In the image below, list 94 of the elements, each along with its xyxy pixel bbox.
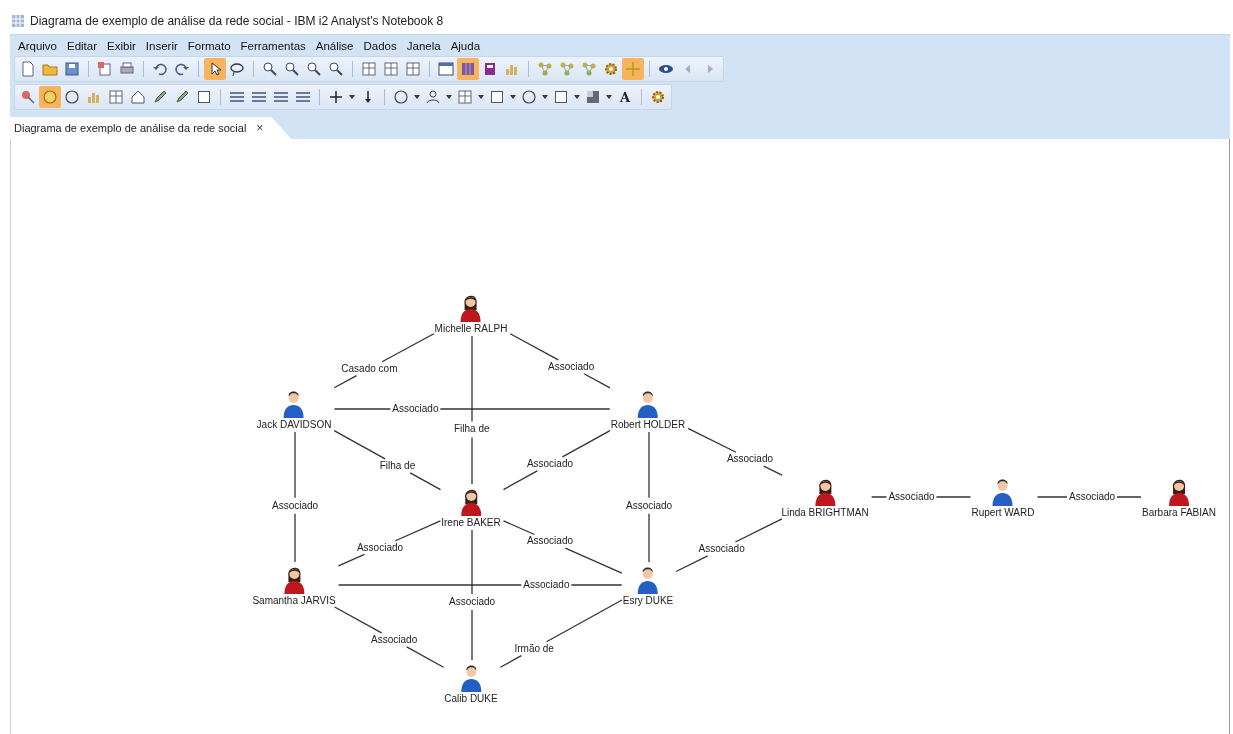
link-label: Associado <box>272 499 319 512</box>
toolbar-button[interactable]: A <box>614 86 636 108</box>
link-label: Associado <box>523 579 570 591</box>
toolbar-button[interactable] <box>204 58 226 80</box>
node-label: Rupert WARD <box>971 507 1035 518</box>
network-icon <box>559 61 575 77</box>
link-label: Associado <box>698 542 745 555</box>
table-icon <box>361 61 377 77</box>
close-button[interactable]: × <box>256 121 264 135</box>
network-icon <box>537 61 553 77</box>
caret-icon <box>573 93 581 101</box>
house-icon <box>130 89 146 105</box>
link-label: Filha de <box>454 423 490 436</box>
redo-icon <box>174 61 190 77</box>
window-icon <box>438 61 454 77</box>
menu-item[interactable]: Formato <box>183 39 235 53</box>
table-icon <box>108 89 124 105</box>
menu-item[interactable]: Ferramentas <box>236 39 310 53</box>
link-label: Associado <box>371 633 418 646</box>
table-icon <box>383 61 399 77</box>
menu-item[interactable]: Janela <box>402 39 445 53</box>
grid-icon <box>12 15 24 27</box>
node-label: Linda BRIGHTMAN <box>781 507 869 518</box>
lasso-icon <box>229 61 245 77</box>
caret-icon <box>509 93 517 101</box>
form-icon <box>97 61 113 77</box>
square-icon <box>553 89 569 105</box>
columns-icon <box>460 61 476 77</box>
undo-icon <box>152 61 168 77</box>
lines-icon <box>295 89 311 105</box>
link-label: Associado <box>548 360 595 373</box>
caret-icon <box>445 93 453 101</box>
node-label: Jack DAVIDSON <box>256 419 332 430</box>
link-label: Associado <box>888 491 935 503</box>
network-icon <box>581 61 597 77</box>
node-label: Irene BAKER <box>441 517 501 528</box>
lines-icon <box>229 89 245 105</box>
square-icon <box>489 89 505 105</box>
magnifier-icon <box>262 61 278 77</box>
pen-icon <box>152 89 168 105</box>
node-label: Robert HOLDER <box>610 419 686 430</box>
gradient-icon <box>585 89 601 105</box>
document-icon <box>20 61 36 77</box>
node-label: Michelle RALPH <box>434 323 508 334</box>
folder-icon <box>42 61 58 77</box>
circle-icon <box>521 89 537 105</box>
circle-icon <box>393 89 409 105</box>
lines-icon <box>251 89 267 105</box>
book-icon <box>482 61 498 77</box>
link-label: Associado <box>392 403 439 415</box>
window-title: Diagrama de exemplo de análise da rede social - IBM i2 Analyst's Notebook 8 <box>30 14 444 28</box>
gear-icon <box>603 61 619 77</box>
caret-icon <box>605 93 613 101</box>
link-label: Associado <box>726 453 773 466</box>
node-label: Barbara FABIAN <box>1142 507 1216 518</box>
menu-item[interactable]: Inserir <box>141 39 182 53</box>
menu-item[interactable]: Exibir <box>103 39 140 53</box>
menu-item[interactable]: Editar <box>63 39 102 53</box>
link-label: Associado <box>1069 491 1116 503</box>
magnifier-icon <box>328 61 344 77</box>
link-label: Associado <box>526 457 573 470</box>
gear-icon <box>650 89 666 105</box>
menu-item[interactable]: Dados <box>359 39 401 53</box>
link-label: Associado <box>449 596 496 609</box>
caret-icon <box>477 93 485 101</box>
link-label: Filha de <box>379 459 416 472</box>
link-label: Casado com <box>341 362 398 375</box>
magnifier-icon <box>306 61 322 77</box>
pen-icon <box>174 89 190 105</box>
printer-icon <box>119 61 135 77</box>
square-icon <box>196 89 212 105</box>
link-label: Irmão de <box>514 642 554 655</box>
node-label: Esry DUKE <box>622 595 674 606</box>
circle-icon <box>42 89 58 105</box>
lines-icon <box>273 89 289 105</box>
link-label: Associado <box>526 535 573 548</box>
node-label: Calib DUKE <box>444 693 498 704</box>
circle-icon <box>64 89 80 105</box>
magnifier-icon <box>284 61 300 77</box>
node-label: Samantha JARVIS <box>252 595 336 606</box>
plus-icon <box>328 89 344 105</box>
menu-item[interactable]: Ajuda <box>446 39 485 53</box>
link-label: Associado <box>356 541 404 554</box>
caret-icon <box>413 93 421 101</box>
caret-icon <box>348 93 356 101</box>
caret-icon <box>541 93 549 101</box>
menu-item[interactable]: Análise <box>311 39 358 53</box>
table-icon <box>405 61 421 77</box>
document-tab[interactable]: Diagrama de exemplo de análise da rede social × <box>10 117 292 139</box>
menu-item[interactable]: Arquivo <box>14 39 61 53</box>
person-icon <box>425 89 441 105</box>
pushpin-icon <box>20 89 36 105</box>
table-icon <box>457 89 473 105</box>
link-label: Associado <box>626 499 673 512</box>
